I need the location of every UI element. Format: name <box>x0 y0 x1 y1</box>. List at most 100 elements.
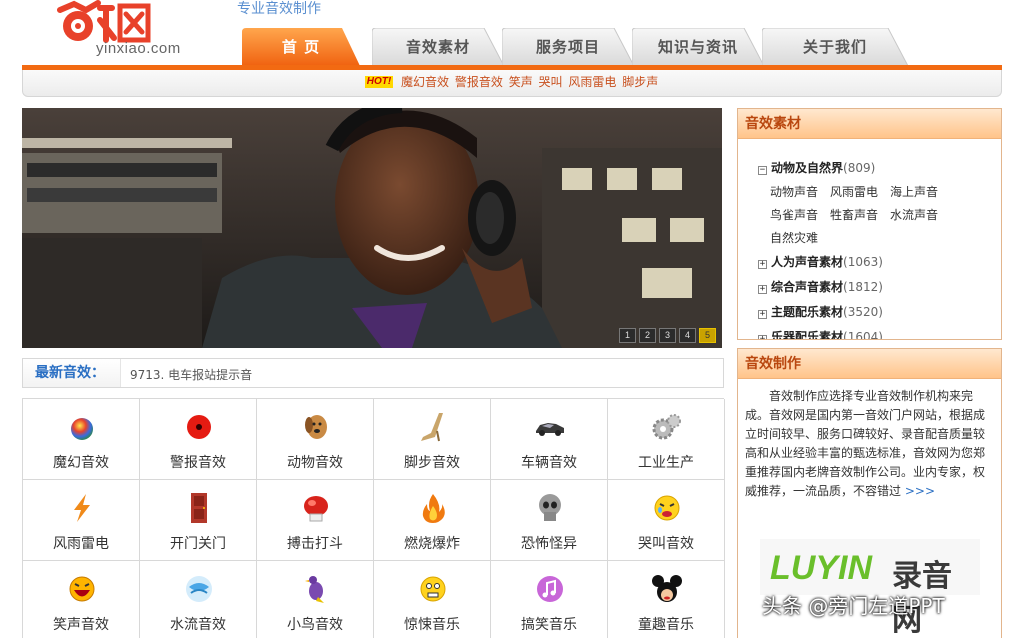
category-cell[interactable]: 工业生产 <box>608 399 725 480</box>
expand-icon[interactable]: + <box>758 260 767 269</box>
watermark: 头条 @旁门左道PPT <box>762 594 945 618</box>
mickey-icon <box>652 575 682 602</box>
tree-category[interactable]: + 主题配乐素材(3520) <box>758 303 883 320</box>
category-cell[interactable]: 搞笑音乐 <box>491 561 608 638</box>
nav-tab-knowledge[interactable]: 知识与资讯 <box>632 28 764 66</box>
laughing-face-icon <box>69 576 95 602</box>
category-cell[interactable]: 哭叫音效 <box>608 480 725 561</box>
bird-icon <box>305 576 324 603</box>
production-panel-title: 音效制作 <box>738 349 1001 379</box>
site-logo[interactable]: yinxiao.com <box>56 0 206 62</box>
category-label: 警报音效 <box>170 455 226 471</box>
hot-link[interactable]: 脚步声 <box>622 75 658 89</box>
car-icon <box>536 423 564 436</box>
tree-category[interactable]: + 人为声音素材(1063) <box>758 253 883 270</box>
site-slogan: 专业音效制作 <box>237 1 321 17</box>
ad-logo-text: LUYIN <box>770 549 872 587</box>
logo-domain: yinxiao.com <box>96 40 181 57</box>
nav-tab-home[interactable]: 首 页 <box>242 28 360 66</box>
category-label: 小鸟音效 <box>287 617 343 633</box>
category-label: 惊悚音乐 <box>404 617 460 633</box>
latest-sounds-ticker: 最新音效： 9713. 电车报站提示音 <box>22 358 724 388</box>
high-heel-icon <box>421 413 443 442</box>
nav-tab-about[interactable]: 关于我们 <box>762 28 908 66</box>
banner-page-button[interactable]: 4 <box>679 328 696 343</box>
hot-badge: HOT! <box>364 76 394 88</box>
tree-subcategories: 动物声音 风雨雷电 海上声音 <box>770 183 950 200</box>
tree-subcategories: 自然灾难 <box>770 229 830 246</box>
tree-category[interactable]: − 动物及自然界(809) <box>758 159 875 176</box>
banner-slideshow[interactable]: 1 2 3 4 5 <box>22 108 722 348</box>
nav-tab-services[interactable]: 服务项目 <box>502 28 634 66</box>
latest-item-link[interactable]: 9713. 电车报站提示音 <box>130 366 252 383</box>
more-link[interactable]: >>> <box>905 484 935 498</box>
hot-link[interactable]: 风雨雷电 <box>568 75 616 89</box>
category-label: 哭叫音效 <box>638 536 694 552</box>
category-label: 童趣音乐 <box>638 617 694 633</box>
production-description: 音效制作应选择专业音效制作机构来完成。音效网是国内第一音效门户网站，根据成立时间… <box>745 389 986 498</box>
alarm-icon <box>187 415 211 439</box>
expand-icon[interactable]: + <box>758 310 767 319</box>
category-cell[interactable]: 警报音效 <box>140 399 257 480</box>
banner-page-button-active[interactable]: 5 <box>699 328 716 343</box>
subcategory-link[interactable]: 自然灾难 <box>770 231 818 245</box>
category-cell[interactable]: 风雨雷电 <box>23 480 140 561</box>
category-label: 笑声音效 <box>53 617 109 633</box>
tree-category[interactable]: + 乐器配乐素材(1604) <box>758 328 883 339</box>
tree-category[interactable]: + 综合声音素材(1812) <box>758 278 883 295</box>
collapse-icon[interactable]: − <box>758 166 767 175</box>
category-cell[interactable]: 开门关门 <box>140 480 257 561</box>
fire-icon <box>422 494 445 523</box>
banner-page-button[interactable]: 2 <box>639 328 656 343</box>
category-cell[interactable]: 魔幻音效 <box>23 399 140 480</box>
category-cell[interactable]: 脚步音效 <box>374 399 491 480</box>
category-cell[interactable]: 水流音效 <box>140 561 257 638</box>
category-cell[interactable]: 小鸟音效 <box>257 561 374 638</box>
category-cell[interactable]: 笑声音效 <box>23 561 140 638</box>
subcategory-link[interactable]: 海上声音 <box>890 185 938 199</box>
banner-image <box>22 108 722 348</box>
category-cell[interactable]: 搏击打斗 <box>257 480 374 561</box>
logo-mark-icon <box>57 0 151 43</box>
subcategory-link[interactable]: 牲畜声音 <box>830 208 878 222</box>
subcategory-link[interactable]: 风雨雷电 <box>830 185 878 199</box>
hot-link[interactable]: 魔幻音效 <box>401 75 449 89</box>
crying-face-icon <box>654 495 680 521</box>
category-cell[interactable]: 童趣音乐 <box>608 561 725 638</box>
hot-link[interactable]: 哭叫 <box>539 75 563 89</box>
dog-icon <box>305 415 327 439</box>
nav-tab-materials[interactable]: 音效素材 <box>372 28 504 66</box>
category-label: 动物音效 <box>287 455 343 471</box>
tree-subcategories: 鸟雀声音 牲畜声音 水流声音 <box>770 206 950 223</box>
subcategory-link[interactable]: 动物声音 <box>770 185 818 199</box>
category-label: 水流音效 <box>170 617 226 633</box>
hot-link[interactable]: 笑声 <box>509 75 533 89</box>
luyin-ad-banner[interactable]: LUYIN 录音网 <box>760 539 980 638</box>
gear-icon <box>652 414 681 440</box>
scared-face-icon <box>420 576 446 602</box>
category-cell[interactable]: 恐怖怪异 <box>491 480 608 561</box>
category-cell[interactable]: 动物音效 <box>257 399 374 480</box>
category-label: 车辆音效 <box>521 455 577 471</box>
banner-page-button[interactable]: 1 <box>619 328 636 343</box>
materials-panel-title: 音效素材 <box>738 109 1001 139</box>
latest-label: 最新音效： <box>23 359 121 387</box>
category-cell[interactable]: 燃烧爆炸 <box>374 480 491 561</box>
subcategory-link[interactable]: 鸟雀声音 <box>770 208 818 222</box>
expand-icon[interactable]: + <box>758 285 767 294</box>
category-label: 恐怖怪异 <box>521 536 577 552</box>
subcategory-link[interactable]: 水流声音 <box>890 208 938 222</box>
category-cell[interactable]: 车辆音效 <box>491 399 608 480</box>
magic-orb-icon <box>71 418 93 440</box>
door-icon <box>191 493 207 523</box>
water-swirl-icon <box>186 576 212 602</box>
boxing-glove-icon <box>304 496 328 522</box>
banner-pager: 1 2 3 4 5 <box>619 328 716 343</box>
hot-link[interactable]: 警报音效 <box>455 75 503 89</box>
banner-page-button[interactable]: 3 <box>659 328 676 343</box>
materials-panel: 音效素材 − 动物及自然界(809) 动物声音 风雨雷电 海上声音 鸟雀声音 牲畜声音水… <box>737 108 1002 340</box>
category-cell[interactable]: 惊悚音乐 <box>374 561 491 638</box>
expand-icon[interactable]: + <box>758 335 767 339</box>
category-label: 开门关门 <box>170 536 226 552</box>
category-label: 搏击打斗 <box>287 536 343 552</box>
